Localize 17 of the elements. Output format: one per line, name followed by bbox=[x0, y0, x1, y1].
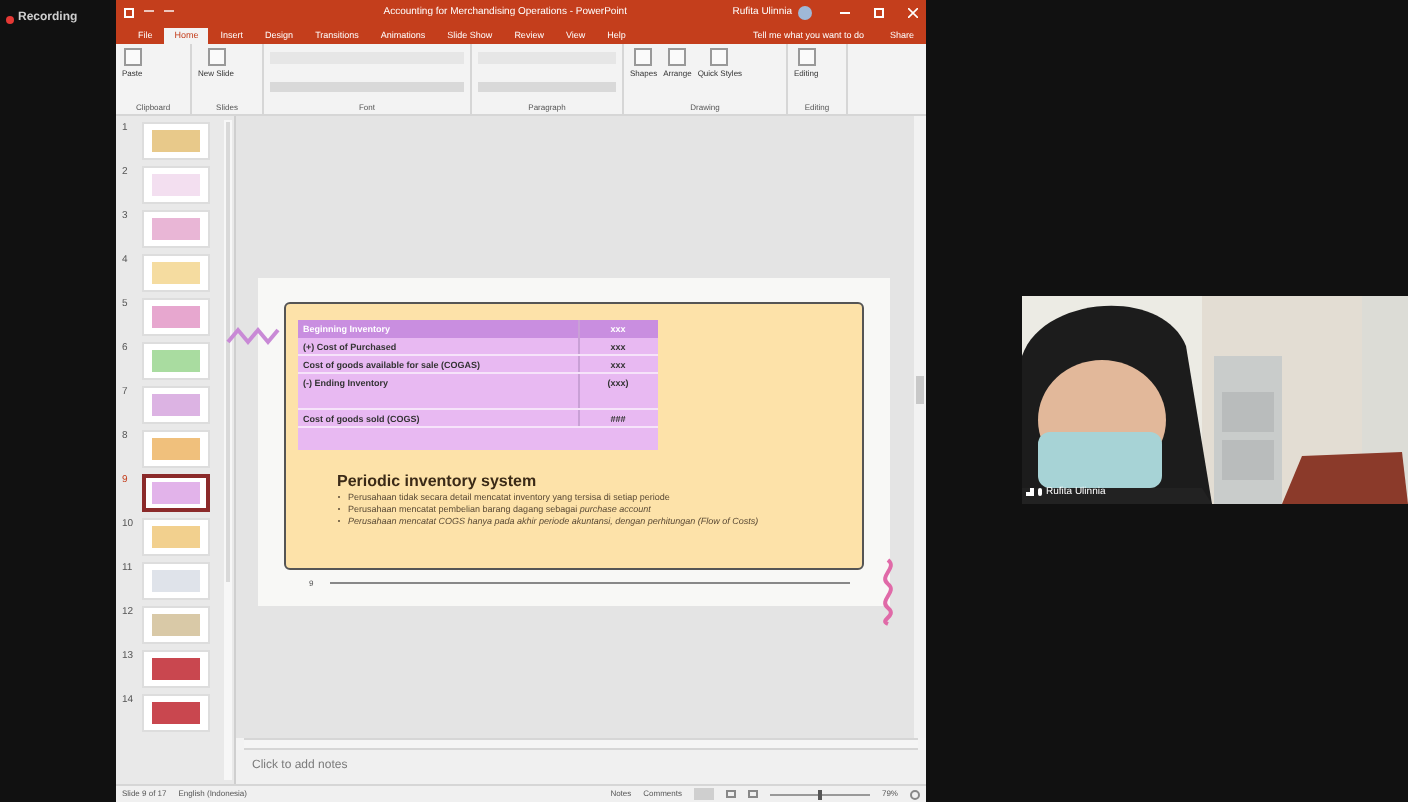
slide-thumbnail[interactable] bbox=[142, 474, 210, 512]
reading-view-icon[interactable] bbox=[747, 790, 758, 798]
formatting-controls[interactable] bbox=[478, 52, 616, 92]
minimize-icon[interactable] bbox=[840, 12, 850, 14]
squiggle-drawing bbox=[877, 557, 897, 625]
normal-view-icon[interactable] bbox=[693, 788, 714, 800]
save-icon[interactable] bbox=[124, 8, 134, 18]
sorter-view-icon[interactable] bbox=[725, 790, 736, 798]
formatting-controls[interactable] bbox=[270, 52, 464, 92]
close-icon[interactable] bbox=[908, 8, 918, 18]
signal-icon bbox=[1026, 488, 1034, 497]
vertical-scrollbar[interactable] bbox=[914, 116, 926, 738]
maximize-icon[interactable] bbox=[874, 8, 884, 18]
avatar-icon[interactable] bbox=[798, 6, 812, 20]
fit-slide-icon[interactable] bbox=[910, 789, 920, 799]
slide-title: Periodic inventory system bbox=[337, 471, 539, 491]
zigzag-drawing bbox=[225, 323, 281, 347]
